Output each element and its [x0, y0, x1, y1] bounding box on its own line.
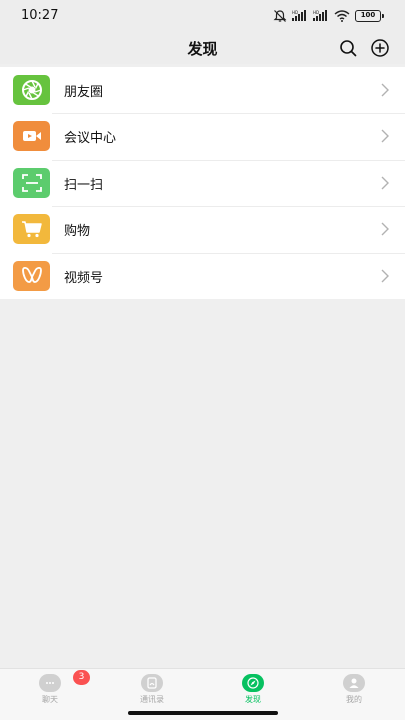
- moments-icon: [13, 75, 50, 105]
- chevron-right-icon: [381, 129, 389, 143]
- status-time: 10:27: [21, 8, 59, 23]
- svg-text:HD: HD: [313, 10, 319, 15]
- profile-icon: [343, 674, 365, 692]
- tab-label: 发现: [245, 695, 261, 704]
- tab-contacts[interactable]: 通讯录: [122, 672, 182, 712]
- menu-item-shopping[interactable]: 购物: [0, 206, 405, 252]
- home-indicator[interactable]: [128, 711, 278, 715]
- menu-item-label: 扫一扫: [64, 177, 104, 193]
- tab-label: 我的: [346, 695, 362, 704]
- channels-icon: [13, 260, 50, 291]
- chevron-right-icon: [381, 222, 389, 236]
- mute-bell-icon: [273, 10, 287, 22]
- tab-me[interactable]: 我的: [324, 672, 384, 712]
- menu-item-moments[interactable]: 朋友圈: [0, 67, 405, 113]
- menu-item-scan[interactable]: 扫一扫: [0, 159, 405, 206]
- menu-item-meeting-center[interactable]: 会议中心: [0, 113, 405, 159]
- hd-signal-icon: HD: [313, 10, 327, 21]
- search-icon[interactable]: [338, 38, 358, 58]
- cart-icon: [13, 214, 50, 245]
- chat-icon: [39, 674, 61, 692]
- status-icons: HD HD 100: [273, 8, 384, 24]
- tab-discover[interactable]: 发现: [223, 672, 283, 712]
- tab-label: 通讯录: [140, 695, 164, 704]
- add-circle-icon[interactable]: [370, 38, 390, 58]
- discover-menu: 朋友圈 会议中心 扫一扫 购物 视频号: [0, 67, 405, 299]
- chevron-right-icon: [381, 269, 389, 283]
- svg-text:HD: HD: [292, 10, 298, 15]
- scan-icon: [13, 167, 50, 198]
- chevron-right-icon: [381, 83, 389, 97]
- contacts-icon: [141, 674, 163, 692]
- unread-badge: 3: [73, 670, 90, 685]
- menu-item-label: 朋友圈: [64, 85, 104, 100]
- tab-chat[interactable]: 3 聊天: [20, 670, 90, 712]
- battery-icon: 100: [355, 10, 384, 22]
- menu-item-label: 购物: [64, 224, 91, 240]
- menu-item-channels[interactable]: 视频号: [0, 252, 405, 299]
- video-camera-icon: [13, 121, 50, 152]
- menu-item-label: 会议中心: [64, 131, 117, 147]
- tab-label: 聊天: [42, 695, 58, 704]
- chevron-right-icon: [381, 176, 389, 190]
- header: 发现: [0, 32, 405, 64]
- wifi-icon: [334, 10, 350, 22]
- menu-item-label: 视频号: [64, 270, 104, 286]
- hd-signal-icon: HD: [292, 10, 306, 21]
- compass-icon: [242, 674, 264, 692]
- status-bar: 10:27 HD HD 100: [0, 0, 405, 32]
